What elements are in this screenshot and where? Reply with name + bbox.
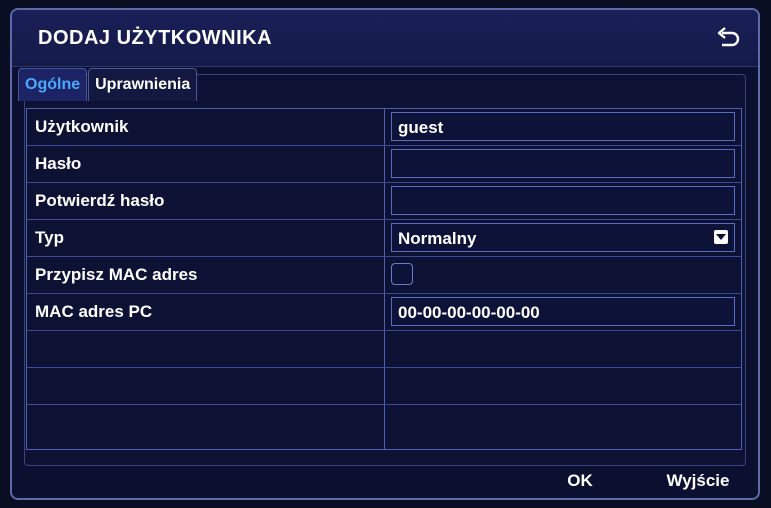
ok-button[interactable]: OK [540,466,620,496]
tab-general[interactable]: Ogólne [18,68,88,101]
confirm-password-label: Potwierdź hasło [35,191,165,210]
row-user: Użytkownik guest [27,109,741,146]
empty-row [27,405,741,449]
password-label: Hasło [35,154,82,173]
password-field[interactable] [391,149,735,178]
chevron-down-icon[interactable] [714,230,728,244]
mac-label: MAC adres PC [35,302,153,321]
type-label: Typ [35,228,64,247]
confirm-password-field[interactable] [391,186,735,215]
row-type: Typ Normalny [27,220,741,257]
settings-grid: Użytkownik guest Hasło Potwierdź hasło T… [26,108,742,450]
back-arrow-icon[interactable] [714,24,742,52]
dialog-title: DODAJ UŻYTKOWNIKA [38,27,273,49]
title-bar: DODAJ UŻYTKOWNIKA [12,10,758,67]
bind-mac-label: Przypisz MAC adres [35,265,198,284]
tab-bar: Ogólne Uprawnienia [18,68,198,102]
row-password: Hasło [27,146,741,183]
type-select-value: Normalny [398,229,477,248]
bind-mac-checkbox[interactable] [391,263,413,285]
row-mac: MAC adres PC 00-00-00-00-00-00 [27,294,741,331]
row-bind-mac: Przypisz MAC adres [27,257,741,294]
mac-address-field[interactable]: 00-00-00-00-00-00 [391,297,735,326]
exit-button[interactable]: Wyjście [652,466,744,496]
empty-row [27,331,741,368]
tab-permissions[interactable]: Uprawnienia [88,68,198,101]
row-confirm-password: Potwierdź hasło [27,183,741,220]
empty-row [27,368,741,405]
type-select[interactable]: Normalny [391,223,735,252]
user-label: Użytkownik [35,117,129,136]
username-field[interactable]: guest [391,112,735,141]
